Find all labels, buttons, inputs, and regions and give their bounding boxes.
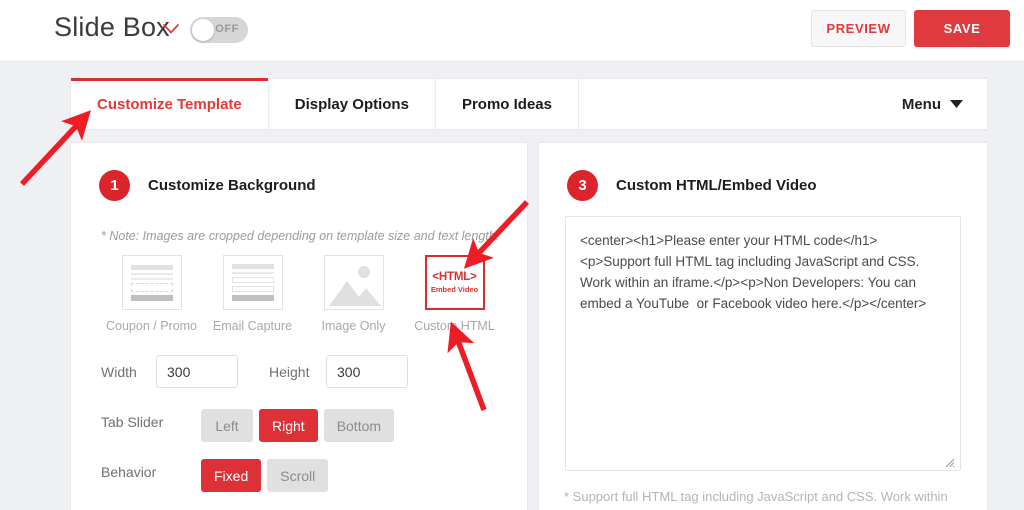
step-3-header: 3 Custom HTML/Embed Video [567,170,817,201]
tab-slider-option-bottom[interactable]: Bottom [323,409,395,442]
tab-label: Promo Ideas [461,95,552,113]
menu-label: Menu [901,95,941,113]
template-caption: Image Only [321,319,386,333]
toggle-state-label: OFF [215,23,239,35]
behavior-segmented-control: Fixed Scroll [201,459,329,492]
template-thumbnail-list: Coupon / Promo Email Capture Image Only … [101,255,505,333]
app-root: Slide Box OFF PREVIEW SAVE Customize Tem… [0,0,1024,510]
enable-toggle[interactable]: OFF [190,17,248,43]
custom-html-hint: * Support full HTML tag including JavaSc… [564,489,948,504]
tab-label: Customize Template [97,95,242,113]
tab-customize-template[interactable]: Customize Template [71,78,269,129]
size-row: Width Height [101,355,501,405]
html-thumb-line1: <HTML> [432,271,477,283]
html-thumb-line2: Embed Video [430,285,479,294]
menu-dropdown[interactable]: Menu [892,79,987,129]
step-number-badge: 3 [567,170,598,201]
crop-note: * Note: Images are cropped depending on … [101,229,500,243]
tab-promo-ideas[interactable]: Promo Ideas [436,79,579,129]
custom-html-panel: 3 Custom HTML/Embed Video * Support full… [538,142,988,510]
width-input[interactable] [156,355,238,388]
image-only-template-icon [323,255,384,310]
top-bar: Slide Box OFF PREVIEW SAVE [0,0,1024,62]
customize-background-panel: 1 Customize Background * Note: Images ar… [70,142,528,510]
behavior-label: Behavior [101,464,157,480]
height-input[interactable] [326,355,408,388]
page-title: Slide Box [54,12,170,42]
step-number-badge: 1 [99,170,130,201]
preview-button[interactable]: PREVIEW [811,10,906,47]
background-settings-form: Width Height Tab Slider Left Right Botto… [101,355,501,505]
behavior-row: Behavior Fixed Scroll [101,455,501,505]
behavior-option-fixed[interactable]: Fixed [201,459,262,492]
save-button[interactable]: SAVE [914,10,1010,47]
step-title: Customize Background [148,177,316,194]
template-caption: Custom HTML [414,319,495,333]
template-caption: Email Capture [212,319,293,333]
caret-down-icon [950,100,963,108]
step-title: Custom HTML/Embed Video [616,177,817,194]
tab-slider-segmented-control: Left Right Bottom [201,409,395,442]
behavior-option-scroll[interactable]: Scroll [267,459,329,492]
tab-slider-label: Tab Slider [101,414,164,430]
custom-html-template-icon: <HTML> Embed Video [424,255,485,310]
tab-display-options[interactable]: Display Options [269,79,436,129]
template-option-image-only[interactable]: Image Only [303,255,404,333]
coupon-template-icon [121,255,182,310]
tab-label: Display Options [294,95,409,113]
chevron-down-icon[interactable] [163,24,179,34]
width-label: Width [101,364,137,380]
template-option-custom-html[interactable]: <HTML> Embed Video Custom HTML [404,255,505,333]
toggle-knob [192,19,214,41]
tab-bar: Customize Template Display Options Promo… [70,78,988,130]
template-option-email-capture[interactable]: Email Capture [202,255,303,333]
tab-slider-option-left[interactable]: Left [201,409,253,442]
tab-slider-row: Tab Slider Left Right Bottom [101,405,501,455]
tab-slider-option-right[interactable]: Right [259,409,318,442]
height-label: Height [269,364,310,380]
tab-bar-spacer [579,79,892,129]
template-option-coupon-promo[interactable]: Coupon / Promo [101,255,202,333]
template-caption: Coupon / Promo [105,319,198,333]
custom-html-textarea[interactable] [565,216,961,471]
email-capture-template-icon [222,255,283,310]
step-1-header: 1 Customize Background [99,170,316,201]
